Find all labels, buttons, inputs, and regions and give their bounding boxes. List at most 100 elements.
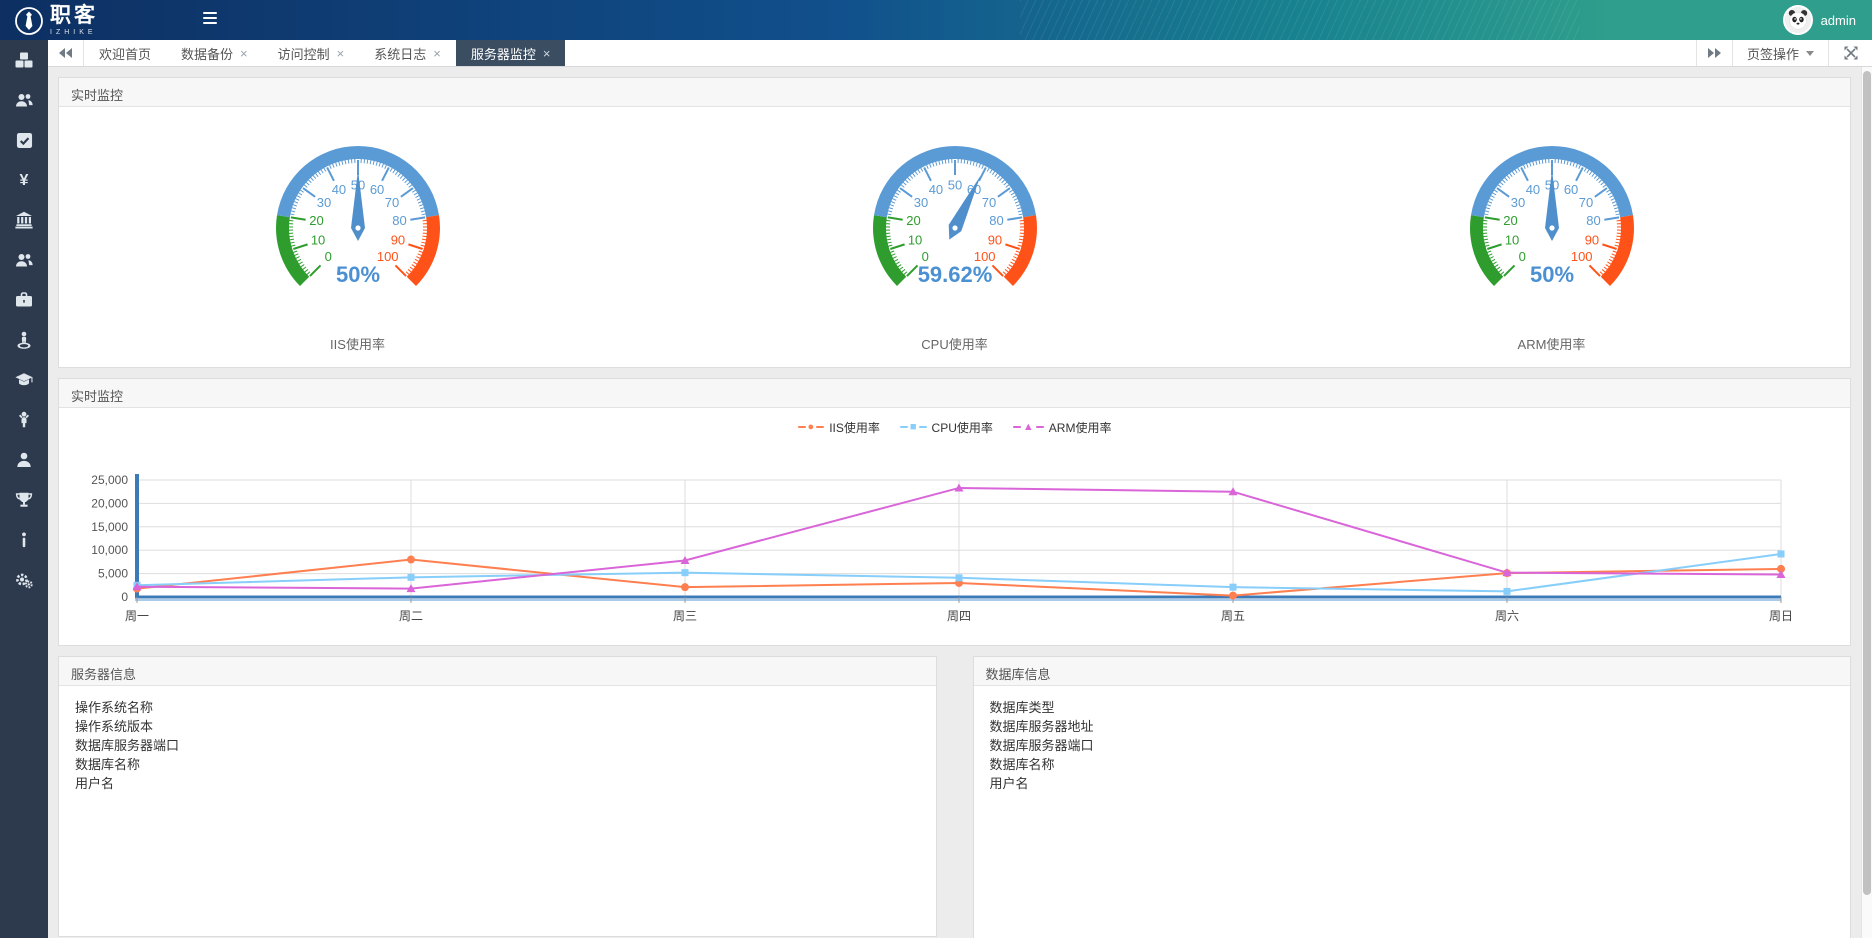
series-marker-icon: ■ [910, 422, 917, 433]
close-icon[interactable]: × [433, 47, 441, 60]
svg-text:5,000: 5,000 [98, 567, 128, 581]
close-icon[interactable]: × [337, 47, 345, 60]
legend-item-iis[interactable]: ● IIS使用率 [798, 419, 880, 436]
vertical-scrollbar[interactable] [1861, 67, 1872, 938]
svg-text:周二: 周二 [399, 609, 423, 623]
panel-title: 数据库信息 [974, 657, 1851, 686]
svg-text:60: 60 [369, 182, 383, 197]
svg-text:80: 80 [392, 213, 406, 228]
gauge-caption: CPU使用率 [921, 334, 987, 353]
cubes-icon [15, 51, 33, 69]
svg-text:30: 30 [316, 195, 330, 210]
svg-text:70: 70 [384, 195, 398, 210]
tab-operations-dropdown[interactable]: 页签操作 [1732, 40, 1828, 66]
tab-access-control[interactable]: 访问控制 × [263, 40, 360, 66]
users-icon [15, 91, 33, 109]
svg-text:20: 20 [1503, 213, 1517, 228]
svg-text:10: 10 [1504, 232, 1518, 247]
street-view-icon [15, 331, 33, 349]
sidebar-item-9[interactable] [0, 360, 48, 400]
server-info-row: 用户名 [75, 774, 920, 793]
info-icon [15, 531, 33, 549]
briefcase-icon [15, 291, 33, 309]
sidebar-item-6[interactable] [0, 240, 48, 280]
database-info-panel: 数据库信息 数据库类型 数据库服务器地址 数据库服务器端口 数据库名称 用户名 [973, 656, 1852, 938]
svg-text:90: 90 [1584, 232, 1598, 247]
sidebar-item-5[interactable] [0, 200, 48, 240]
svg-text:70: 70 [981, 195, 995, 210]
series-marker-icon: ▲ [1023, 422, 1034, 433]
gauge-cpu: 010203040506070809010059.62% CPU使用率 [656, 107, 1253, 367]
sidebar-item-14[interactable] [0, 560, 48, 600]
sidebar-item-7[interactable] [0, 280, 48, 320]
chart-legend: ● IIS使用率 ■ CPU使用率 ▲ ARM使用率 [59, 414, 1850, 440]
svg-text:周一: 周一 [125, 609, 149, 623]
bank-icon [15, 211, 33, 229]
legend-item-arm[interactable]: ▲ ARM使用率 [1013, 419, 1112, 436]
svg-text:40: 40 [1525, 182, 1539, 197]
svg-text:周六: 周六 [1495, 609, 1519, 623]
tab-label: 欢迎首页 [99, 44, 151, 63]
tab-data-backup[interactable]: 数据备份 × [166, 40, 263, 66]
double-chevron-left-icon [59, 48, 73, 58]
sidebar-item-12[interactable] [0, 480, 48, 520]
tab-system-log[interactable]: 系统日志 × [359, 40, 456, 66]
check-square-icon [16, 132, 33, 149]
svg-text:周四: 周四 [947, 609, 971, 623]
legend-label: IIS使用率 [829, 419, 880, 436]
svg-text:10: 10 [310, 232, 324, 247]
fullscreen-button[interactable] [1828, 40, 1872, 66]
db-info-row: 用户名 [990, 774, 1835, 793]
fullscreen-icon [1844, 46, 1858, 60]
tab-welcome-home[interactable]: 欢迎首页 [84, 40, 166, 66]
sidebar-item-11[interactable] [0, 440, 48, 480]
brand-logo[interactable]: 职客 IZHIKE [14, 5, 98, 36]
tab-label: 服务器监控 [471, 44, 536, 63]
svg-text:80: 80 [1586, 213, 1600, 228]
close-icon[interactable]: × [543, 47, 551, 60]
tab-server-monitor[interactable]: 服务器监控 × [456, 40, 566, 66]
svg-text:周三: 周三 [673, 609, 697, 623]
panel-title: 实时监控 [59, 78, 1850, 107]
user-icon [15, 451, 33, 469]
db-info-row: 数据库类型 [990, 698, 1835, 717]
navbar-decoration [1020, 0, 1580, 40]
scrollbar-thumb[interactable] [1863, 71, 1871, 895]
graduation-cap-icon [15, 371, 33, 389]
svg-text:10,000: 10,000 [91, 543, 128, 557]
sidebar-item-1[interactable] [0, 40, 48, 80]
gauge-iis-chart: 010203040506070809010050% [243, 129, 473, 320]
gauge-panel: 实时监控 010203040506070809010050% IIS使用率 01… [58, 77, 1851, 368]
line-chart-panel: 实时监控 ● IIS使用率 ■ CPU使用率 ▲ ARM使用率 05,00010… [58, 378, 1851, 646]
gauge-caption: ARM使用率 [1518, 334, 1586, 353]
sidebar-item-3[interactable] [0, 120, 48, 160]
svg-text:59.62%: 59.62% [917, 262, 992, 287]
close-icon[interactable]: × [240, 47, 248, 60]
svg-text:80: 80 [989, 213, 1003, 228]
legend-label: ARM使用率 [1049, 419, 1112, 436]
avatar[interactable] [1783, 5, 1813, 35]
sidebar-item-2[interactable] [0, 80, 48, 120]
panda-avatar-icon [1785, 7, 1811, 33]
sidebar-item-8[interactable] [0, 320, 48, 360]
svg-text:40: 40 [928, 182, 942, 197]
tab-bar: 欢迎首页 数据备份 × 访问控制 × 系统日志 × 服务器监控 × 页签操作 [48, 40, 1872, 67]
brand-tie-icon [14, 6, 44, 36]
legend-item-cpu[interactable]: ■ CPU使用率 [900, 419, 993, 436]
users-group-icon [15, 251, 33, 269]
svg-text:90: 90 [390, 232, 404, 247]
svg-text:100: 100 [1570, 249, 1592, 264]
sidebar-item-13[interactable] [0, 520, 48, 560]
username[interactable]: admin [1821, 13, 1856, 28]
sidebar-item-10[interactable] [0, 400, 48, 440]
sidebar-item-4[interactable]: ¥ [0, 160, 48, 200]
scroll-tabs-left-button[interactable] [48, 40, 84, 66]
scroll-tabs-right-button[interactable] [1696, 40, 1732, 66]
trophy-icon [15, 491, 33, 509]
yen-icon: ¥ [15, 171, 33, 189]
sidebar: ¥ [0, 40, 48, 938]
series-marker-icon: ● [808, 422, 815, 433]
sidebar-toggle-button[interactable] [203, 12, 219, 27]
svg-text:70: 70 [1578, 195, 1592, 210]
tab-label: 数据备份 [181, 44, 233, 63]
